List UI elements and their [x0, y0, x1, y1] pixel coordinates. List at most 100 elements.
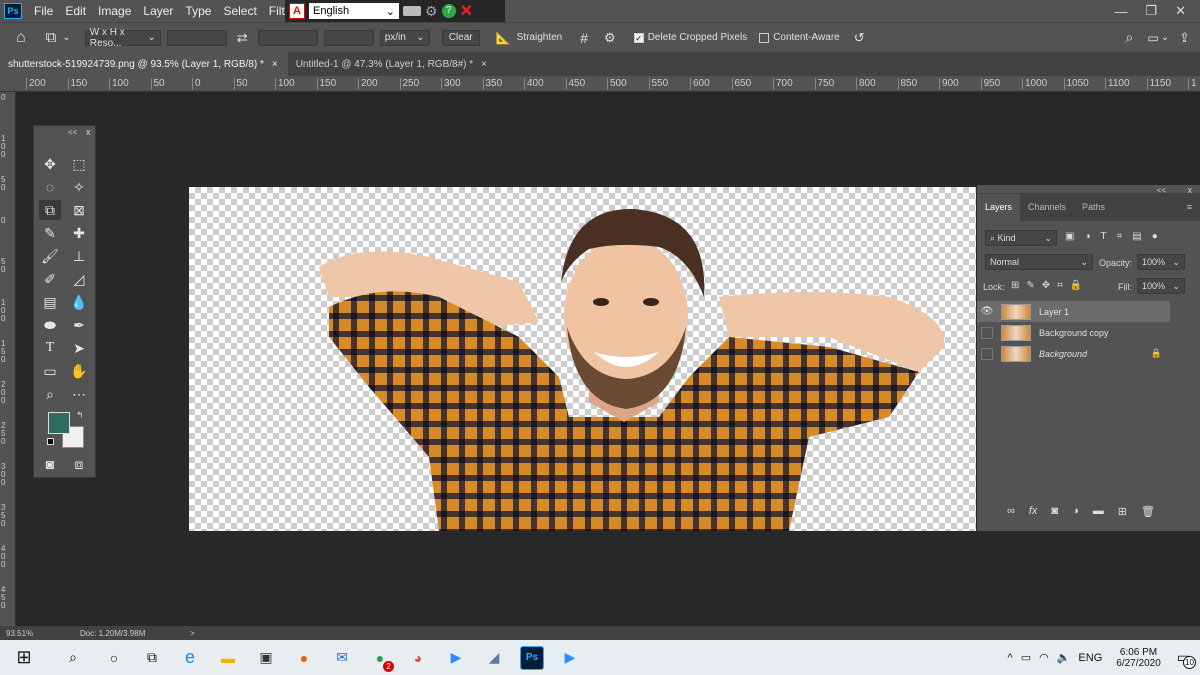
share-icon[interactable]: ⇪ — [1179, 30, 1190, 46]
swap-icon[interactable]: ⇄ — [237, 30, 248, 46]
workspace-icon[interactable]: ▭ — [1147, 31, 1158, 45]
filter-pixel-icon[interactable]: ▣ — [1065, 231, 1074, 242]
layer-name[interactable]: Layer 1 — [1039, 307, 1069, 317]
tab-document-active[interactable]: shutterstock-519924739.png @ 93.5% (Laye… — [0, 52, 288, 76]
rectangle-tool-icon[interactable]: ▭ — [39, 361, 61, 381]
close-tab-icon[interactable]: × — [272, 59, 278, 70]
language-indicator[interactable]: ENG — [1078, 652, 1102, 664]
lock-image-icon[interactable]: ✎ — [1026, 280, 1034, 291]
more-tools-icon[interactable]: ⋯ — [68, 384, 90, 404]
filter-type-icon[interactable]: T — [1101, 231, 1107, 242]
straighten-icon[interactable]: 📐 — [496, 31, 511, 45]
horizontal-ruler[interactable]: 200 150 100 50 0 50 100 150 200 250 300 350 400 450 50… — [0, 76, 1200, 92]
pen-tool-icon[interactable]: ✒ — [68, 315, 90, 335]
photoshop-taskbar-icon[interactable]: Ps — [520, 645, 544, 670]
quick-mask-icon[interactable]: ◙ — [39, 454, 61, 474]
lock-position-icon[interactable]: ✥ — [1042, 280, 1050, 291]
grid-overlay-icon[interactable]: # — [580, 30, 588, 46]
search-icon[interactable]: ⌕ — [1126, 29, 1134, 46]
content-aware-checkbox[interactable] — [759, 32, 770, 43]
volume-icon[interactable]: 🔈 — [1057, 651, 1071, 664]
default-colors-icon[interactable] — [47, 438, 54, 445]
notification-center-icon[interactable]: ▭ 10 — [1177, 649, 1196, 669]
cloud-icon[interactable]: ◢ — [482, 646, 506, 670]
mail-icon[interactable]: ✉ — [330, 646, 354, 670]
clear-button[interactable]: Clear — [441, 29, 480, 46]
screen-mode-icon[interactable]: ⧈ — [68, 454, 90, 474]
zoom-tool-icon[interactable]: ⌕ — [39, 384, 61, 404]
gear-icon[interactable]: ⚙ — [425, 3, 438, 20]
tab-paths[interactable]: Paths — [1074, 202, 1113, 221]
search-icon[interactable]: ⌕ — [61, 646, 85, 670]
marquee-tool-icon[interactable]: ⬚ — [68, 154, 90, 174]
battery-icon[interactable]: ▭ — [1021, 651, 1031, 664]
restore-icon[interactable]: ❐ — [1145, 3, 1157, 19]
history-brush-tool-icon[interactable]: ✐ — [39, 269, 61, 289]
frame-tool-icon[interactable]: ⊠ — [68, 200, 90, 220]
chevron-down-icon[interactable]: ⌄ — [1161, 32, 1169, 43]
lock-all-icon[interactable]: 🔒 — [1070, 280, 1082, 291]
delete-cropped-checkbox[interactable]: ✓ — [633, 32, 644, 43]
visibility-toggle[interactable] — [981, 326, 993, 339]
tab-layers[interactable]: Layers — [977, 194, 1021, 221]
store-icon[interactable]: ▣ — [254, 646, 278, 670]
lasso-tool-icon[interactable]: ◌ — [39, 177, 61, 197]
new-group-icon[interactable]: ▬ — [1093, 505, 1104, 518]
straighten-label[interactable]: Straighten — [517, 32, 563, 43]
add-mask-icon[interactable]: ◙ — [1051, 505, 1058, 518]
menu-image[interactable]: Image — [92, 4, 137, 18]
menu-edit[interactable]: Edit — [59, 4, 92, 18]
filter-shape-icon[interactable]: ⌗ — [1117, 231, 1123, 242]
lock-transparent-icon[interactable]: ⊞ — [1011, 280, 1019, 291]
menu-layer[interactable]: Layer — [137, 4, 179, 18]
eye-icon[interactable]: 👁 — [981, 306, 994, 318]
filter-smart-object-icon[interactable]: ▤ — [1132, 231, 1141, 242]
file-explorer-icon[interactable]: ▬ — [216, 646, 240, 670]
height-input[interactable] — [257, 29, 318, 46]
close-icon[interactable]: x — [86, 127, 91, 137]
blur-tool-icon[interactable]: 💧 — [68, 292, 90, 312]
delete-cropped-label[interactable]: Delete Cropped Pixels — [648, 32, 748, 43]
clone-stamp-tool-icon[interactable]: ⊥ — [68, 246, 90, 266]
layer-row[interactable]: 👁 Layer 1 — [977, 301, 1170, 322]
menu-file[interactable]: File — [28, 4, 59, 18]
home-icon[interactable]: ⌂ — [16, 29, 26, 47]
chrome-icon[interactable]: ◕ — [406, 646, 430, 670]
filter-adjustment-icon[interactable]: ◑ — [1084, 231, 1090, 242]
type-tool-icon[interactable]: T — [39, 338, 61, 358]
link-layers-icon[interactable]: ∞ — [1007, 505, 1015, 518]
fill-input[interactable]: 100% ⌄ — [1137, 278, 1185, 294]
healing-brush-tool-icon[interactable]: ✚ — [68, 223, 90, 243]
fx-icon[interactable]: fx — [1029, 505, 1038, 518]
minimize-icon[interactable]: — — [1114, 4, 1127, 19]
dodge-tool-icon[interactable]: ⬬ — [39, 315, 61, 335]
language-select[interactable]: English ⌄ — [309, 3, 399, 19]
cortana-icon[interactable]: ○ — [102, 646, 126, 670]
swap-colors-icon[interactable]: ↰ — [76, 410, 84, 421]
path-selection-tool-icon[interactable]: ➤ — [68, 338, 90, 358]
eyedropper-tool-icon[interactable]: ✎ — [39, 223, 61, 243]
collapse-icon[interactable]: << — [1157, 186, 1166, 195]
tab-document-untitled[interactable]: Untitled-1 @ 47.3% (Layer 1, RGB/8#) * × — [288, 52, 497, 76]
firefox-icon[interactable]: ● — [292, 646, 316, 670]
magic-wand-tool-icon[interactable]: ✧ — [68, 177, 90, 197]
windows-start-icon[interactable]: ⊞ — [12, 646, 36, 670]
visibility-toggle[interactable] — [981, 347, 993, 360]
task-view-icon[interactable]: ⧉ — [140, 646, 164, 670]
layer-row[interactable]: Background 🔒 — [977, 343, 1170, 364]
clock[interactable]: 6:06 PM 6/27/2020 — [1116, 647, 1161, 669]
blend-mode-select[interactable]: Normal ⌄ — [985, 254, 1093, 270]
hand-tool-icon[interactable]: ✋ — [68, 361, 90, 381]
opacity-input[interactable]: 100% ⌄ — [1137, 254, 1185, 270]
filter-toggle-icon[interactable]: ● — [1152, 231, 1158, 242]
document-canvas[interactable] — [189, 187, 976, 531]
chevron-up-icon[interactable]: ^ — [1008, 652, 1013, 664]
crop-tool-icon[interactable]: ⧉ — [39, 200, 61, 220]
photoshop-logo-icon[interactable]: Ps — [4, 3, 22, 19]
crop-tool-icon[interactable]: ⧉ — [46, 29, 57, 46]
edge-icon[interactable]: e — [178, 646, 202, 670]
lock-artboard-icon[interactable]: ⌗ — [1057, 280, 1063, 291]
close-window-icon[interactable]: ✕ — [1175, 3, 1186, 19]
brush-tool-icon[interactable]: 🖌 — [39, 246, 61, 266]
ratio-select[interactable]: W x H x Reso... ⌄ — [84, 27, 161, 49]
